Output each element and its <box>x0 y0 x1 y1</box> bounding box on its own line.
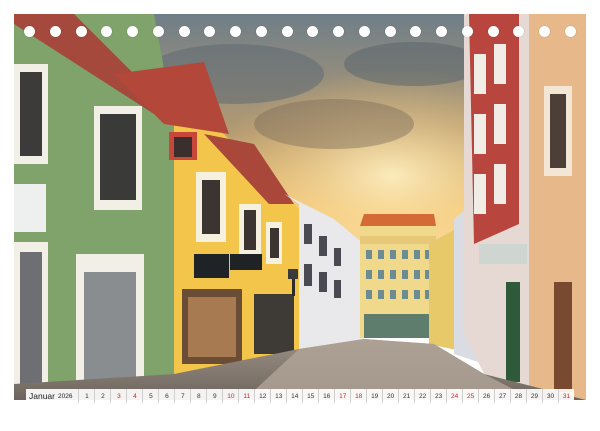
day-cell: 1 <box>78 389 94 403</box>
binding-hole <box>461 26 473 37</box>
day-row: 1 2 3 4 5 6 7 8 9 10 11 12 13 14 15 16 17 18 19 20 21 22 23 24 2… <box>78 389 574 403</box>
day-cell: 27 <box>494 389 510 403</box>
day-cell: 7 <box>174 389 190 403</box>
binding-hole <box>24 26 35 37</box>
month-label: Januar <box>29 391 55 401</box>
binding-hole <box>333 26 345 37</box>
day-cell: 30 <box>542 389 558 403</box>
binding-hole <box>307 26 319 37</box>
binding-hole <box>255 26 267 37</box>
binding-hole <box>101 26 113 37</box>
day-cell: 20 <box>382 389 398 403</box>
binding-hole <box>539 26 551 37</box>
day-cell: 4 <box>126 389 142 403</box>
day-cell: 21 <box>398 389 414 403</box>
binding-hole <box>152 26 164 37</box>
binding-hole <box>127 26 139 37</box>
day-cell: 13 <box>270 389 286 403</box>
year-label: 2026 <box>58 392 73 400</box>
binding-hole <box>513 26 525 37</box>
binding-hole <box>204 26 216 37</box>
calendar-strip: Januar 2026 1 2 3 4 5 6 7 8 9 10 11 12 13 14 15 16 17 18 1… <box>26 389 574 403</box>
day-cell: 25 <box>462 389 478 403</box>
binding-hole <box>565 26 576 37</box>
day-cell: 11 <box>238 389 254 403</box>
day-cell: 2 <box>94 389 110 403</box>
street-photo <box>14 14 586 400</box>
day-cell: 5 <box>142 389 158 403</box>
binding-hole <box>230 26 242 37</box>
day-cell: 22 <box>414 389 430 403</box>
day-cell: 24 <box>446 389 462 403</box>
day-cell: 12 <box>254 389 270 403</box>
binding-hole <box>75 26 87 37</box>
day-cell: 9 <box>206 389 222 403</box>
binding-hole <box>487 26 499 37</box>
binding-hole <box>436 26 448 37</box>
binding-hole <box>281 26 293 37</box>
day-cell: 18 <box>350 389 366 403</box>
binding-hole <box>178 26 190 37</box>
binding-holes <box>24 26 576 38</box>
day-cell: 28 <box>510 389 526 403</box>
binding-hole <box>410 26 422 37</box>
day-cell: 31 <box>558 389 574 403</box>
day-cell: 15 <box>302 389 318 403</box>
day-cell: 29 <box>526 389 542 403</box>
day-cell: 19 <box>366 389 382 403</box>
day-cell: 26 <box>478 389 494 403</box>
day-cell: 14 <box>286 389 302 403</box>
day-cell: 8 <box>190 389 206 403</box>
binding-hole <box>49 26 61 37</box>
binding-hole <box>384 26 396 37</box>
day-cell: 10 <box>222 389 238 403</box>
calendar-page: Januar 2026 1 2 3 4 5 6 7 8 9 10 11 12 13 14 15 16 17 18 1… <box>0 0 600 431</box>
binding-hole <box>358 26 370 37</box>
day-cell: 16 <box>318 389 334 403</box>
day-cell: 23 <box>430 389 446 403</box>
day-cell: 6 <box>158 389 174 403</box>
day-cell: 3 <box>110 389 126 403</box>
day-cell: 17 <box>334 389 350 403</box>
